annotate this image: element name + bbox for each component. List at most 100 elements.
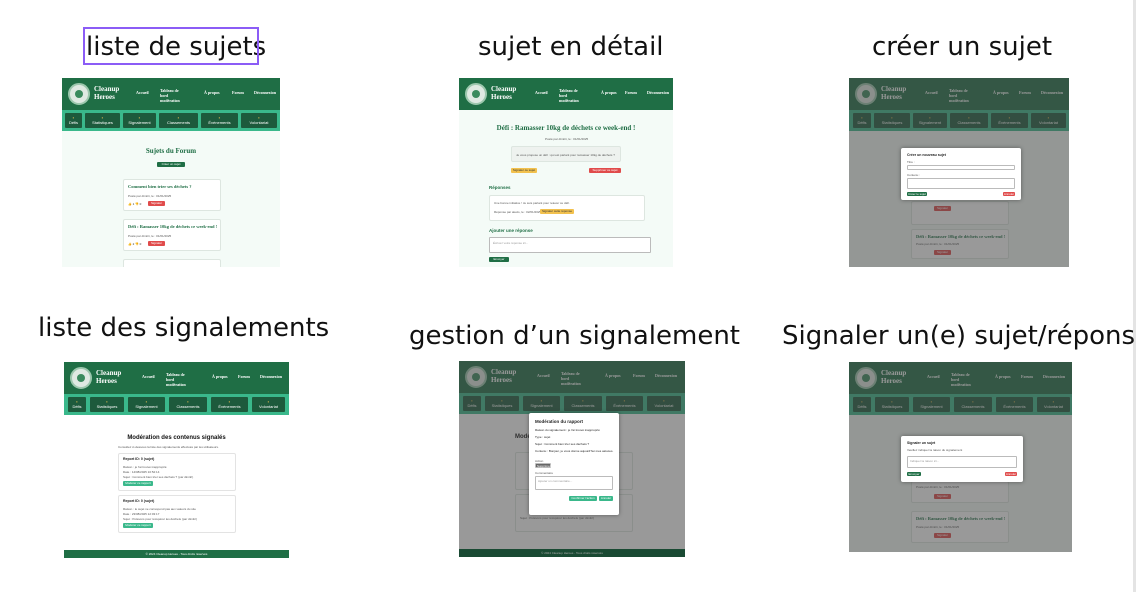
category-classements[interactable]: Classements — [159, 113, 198, 128]
nav-logout[interactable]: Déconnexion — [260, 374, 282, 379]
category-classements[interactable]: Classements — [169, 397, 207, 412]
nav-about[interactable]: À propos — [212, 374, 228, 379]
caption-list-topics[interactable]: liste de sujets — [83, 27, 266, 65]
report-reason-textarea[interactable]: Indiquer la raison ici... — [907, 456, 1017, 468]
screenshot-forum-list: Cleanup Heroes Accueil Tableau de bord mo… — [62, 78, 280, 267]
detail-body: Défi : Ramasser 10kg de déchets ce week-… — [459, 110, 673, 267]
modal-title: Signaler un sujet — [907, 441, 936, 445]
like-icon[interactable]: 👍 1 👎 0 — [128, 202, 141, 206]
reports-title: Modération des contenus signalés — [127, 435, 226, 441]
content-label: Contenu : — [907, 173, 921, 177]
report-card: Report ID: 0 (sujet) Raison : je l'ai tr… — [118, 453, 236, 491]
topic-meta: Posté par dimitri, le : 01/01/2025 — [128, 194, 172, 198]
nav-about[interactable]: À propos — [204, 90, 220, 95]
replies-heading: Réponses — [489, 185, 511, 190]
moderate-report-button[interactable]: Modérer ce rapport — [123, 481, 153, 486]
topic-card[interactable]: Comment bien trier ses déchets ? Posté p… — [123, 179, 221, 211]
screenshot-topic-detail: Cleanup Heroes Accueil Tableau de bord mo… — [459, 78, 673, 267]
topic-meta: Posté par dimitri, le : 01/01/2025 — [128, 234, 172, 238]
screenshot-create-topic: CleanupHeroes Accueil Tableau de bord mo… — [849, 78, 1069, 267]
delete-topic-button[interactable]: Supprimer ce sujet — [589, 168, 621, 173]
app-header: CleanupHeroes Accueil Tableau de bord mo… — [62, 78, 280, 110]
nav-accueil[interactable]: Accueil — [142, 374, 155, 379]
nav-forum[interactable]: Forum — [232, 90, 244, 95]
category-volontariat[interactable]: Volontariat — [241, 113, 277, 128]
category-stats[interactable]: Statistiques — [85, 113, 120, 128]
category-evenements[interactable]: Événements — [211, 397, 248, 412]
nav-about[interactable]: À propos — [601, 90, 617, 95]
add-reply-heading: Ajouter une réponse — [489, 228, 533, 233]
category-volontariat[interactable]: Volontariat — [252, 397, 285, 412]
category-bar: Défis Statistiques Signalement Classemen… — [62, 110, 280, 131]
forum-title: Sujets du Forum — [145, 147, 197, 155]
cancel-button[interactable]: Annuler — [1003, 192, 1015, 196]
nav-forum[interactable]: Forum — [625, 90, 637, 95]
reply-input[interactable]: Écrivez votre réponse ici... — [489, 237, 651, 253]
category-evenements[interactable]: Événements — [201, 113, 238, 128]
report-hint: Veuillez indiquer la raison du signaleme… — [907, 448, 963, 452]
topic-card[interactable] — [123, 259, 221, 267]
app-name: CleanupHeroes — [94, 85, 120, 101]
nav-logout[interactable]: Déconnexion — [647, 90, 669, 95]
nav-accueil[interactable]: Accueil — [136, 90, 149, 95]
create-topic-modal: Créer un nouveau sujet Titre : Contenu :… — [901, 148, 1021, 200]
category-defis[interactable]: Défis — [65, 113, 82, 128]
app-name: CleanupHeroes — [96, 369, 122, 385]
report-topic-button[interactable]: Signaler ce sujet — [511, 168, 537, 173]
app-header: CleanupHeroes Accueil Tableau de bord mo… — [459, 78, 673, 110]
nav-dashboard[interactable]: Tableau de bord modération — [166, 372, 190, 387]
logo-icon — [70, 367, 92, 389]
topic-card[interactable]: Défi : Ramasser 10kg de déchets ce week-… — [123, 219, 221, 251]
app-name: CleanupHeroes — [491, 85, 517, 101]
nav-forum[interactable]: Forum — [238, 374, 250, 379]
nav-dashboard[interactable]: Tableau de bord modération — [559, 88, 583, 103]
screenshot-report-list: Cleanup Heroes Accueil Tableau de bord mo… — [64, 362, 289, 558]
report-topic-button[interactable]: Signaler — [148, 201, 165, 206]
screenshot-report-moderation: CleanupHeroes Accueil Tableau de bord mo… — [459, 361, 685, 557]
confirm-action-button[interactable]: Confirmer l'action — [569, 496, 597, 501]
send-report-button[interactable]: Envoyer — [907, 472, 921, 476]
report-card: Report ID: 0 (sujet) Raison : le sujet n… — [118, 495, 236, 533]
modal-title: Modération du rapport — [535, 419, 583, 424]
action-select[interactable]: Supprimer — [535, 463, 551, 468]
cancel-button[interactable]: Annuler — [599, 496, 613, 501]
caption-report-submit: Signaler un(e) sujet/réponse — [782, 321, 1136, 351]
nav-logout[interactable]: Déconnexion — [254, 90, 276, 95]
title-input[interactable] — [907, 165, 1015, 170]
nav-dashboard[interactable]: Tableau de bord modération — [160, 88, 184, 103]
send-reply-button[interactable]: Envoyer — [489, 257, 509, 262]
logo-icon — [465, 83, 487, 105]
footer: © 2024 Cleanup Heroes - Tous droits rése… — [459, 549, 685, 557]
category-stats[interactable]: Statistiques — [90, 397, 124, 412]
report-reply-button[interactable]: Signaler cette réponse — [540, 209, 574, 214]
footer: © 2024 Cleanup Heroes - Tous droits rése… — [64, 550, 289, 558]
category-signalement[interactable]: Signalement — [123, 113, 156, 128]
logo-icon — [68, 83, 90, 105]
nav-accueil[interactable]: Accueil — [535, 90, 548, 95]
create-topic-button[interactable]: Créer un sujet — [157, 162, 185, 167]
caption-create-topic: créer un sujet — [872, 32, 1053, 62]
moderate-report-button[interactable]: Modérer ce rapport — [123, 523, 153, 528]
title-label: Titre : — [907, 160, 915, 164]
category-defis[interactable]: Défis — [68, 397, 86, 412]
topic-content: Je vous propose un défi : qui est partan… — [511, 146, 621, 162]
like-icon[interactable]: 👍 2 👎 0 — [128, 242, 141, 246]
report-modal: Signaler un sujet Veuillez indiquer la r… — [901, 436, 1023, 482]
caption-report-manage: gestion d’un signalement — [409, 321, 741, 351]
caption-topic-detail: sujet en détail — [478, 32, 664, 62]
content-textarea[interactable] — [907, 178, 1015, 189]
submit-topic-button[interactable]: Créer le sujet — [907, 192, 927, 196]
modal-title: Créer un nouveau sujet — [907, 153, 946, 157]
category-bar: Défis Statistiques Signalement Classemen… — [64, 394, 289, 415]
topic-title: Défi : Ramasser 10kg de déchets ce week-… — [496, 124, 636, 132]
app-header: CleanupHeroes Accueil Tableau de bord mo… — [64, 362, 289, 394]
topic-title: Comment bien trier ses déchets ? — [128, 184, 192, 189]
comment-label: Commentaire — [535, 471, 554, 475]
report-topic-button[interactable]: Signaler — [148, 241, 165, 246]
screenshot-report-form: CleanupHeroes Accueil Tableau de bord mo… — [849, 362, 1072, 552]
comment-textarea[interactable]: Ajouter un commentaire... — [535, 476, 613, 490]
reports-body: Modération des contenus signalés Consult… — [64, 415, 289, 558]
forum-body: Sujets du Forum Créer un sujet Comment b… — [62, 131, 280, 267]
cancel-button[interactable]: Annuler — [1005, 472, 1017, 476]
category-signalement[interactable]: Signalement — [128, 397, 165, 412]
